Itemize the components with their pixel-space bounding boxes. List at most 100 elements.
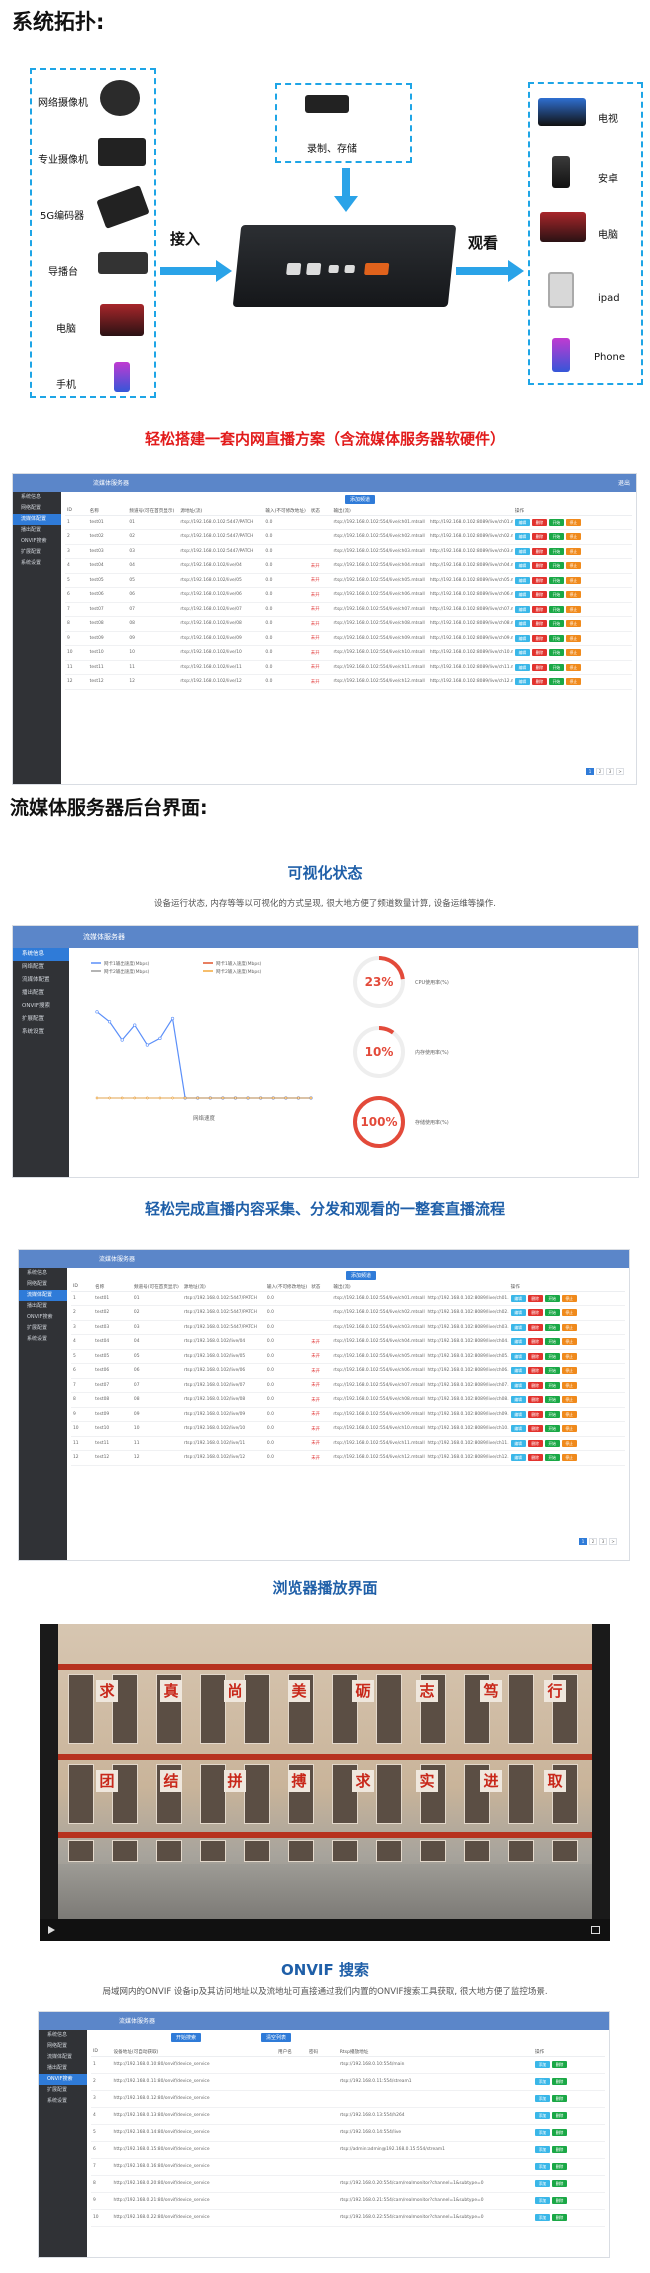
onvif-menu-item-2[interactable]: 流媒体配置	[39, 2052, 87, 2063]
admin2-menu-item-2[interactable]: 流媒体配置	[19, 1290, 67, 1301]
stop-button[interactable]: 停止	[565, 605, 581, 613]
del-button[interactable]: 删除	[531, 663, 547, 671]
stop-button[interactable]: 停止	[565, 649, 581, 657]
del-button[interactable]: 删除	[527, 1439, 543, 1447]
del-button[interactable]: 删除	[527, 1454, 543, 1462]
add-device-button[interactable]: 添加	[535, 2197, 551, 2204]
play-button[interactable]: 开始	[548, 649, 564, 657]
stop-button[interactable]: 停止	[561, 1454, 577, 1462]
page-button-2[interactable]: 3	[606, 768, 614, 775]
add-device-button[interactable]: 添加	[535, 2163, 551, 2170]
del-button[interactable]: 删除	[531, 605, 547, 613]
onvif-menu-item-1[interactable]: 网络配置	[39, 2041, 87, 2052]
del-button[interactable]: 删除	[527, 1425, 543, 1433]
del-button[interactable]: 删除	[531, 518, 547, 526]
play-button[interactable]: 开始	[544, 1294, 560, 1302]
del-button[interactable]: 删除	[527, 1381, 543, 1389]
logout-link[interactable]: 退出	[618, 478, 630, 487]
del-button[interactable]: 删除	[527, 1352, 543, 1360]
onvif-search-button[interactable]: 开始搜索	[171, 2033, 202, 2042]
admin1-menu-item-6[interactable]: 系统设置	[13, 558, 61, 569]
edit-button[interactable]: 编辑	[510, 1454, 526, 1462]
edit-button[interactable]: 编辑	[510, 1396, 526, 1404]
play-button[interactable]: 开始	[544, 1425, 560, 1433]
add-device-button[interactable]: 添加	[535, 2061, 551, 2068]
stop-button[interactable]: 停止	[561, 1338, 577, 1346]
page-button-1[interactable]: 2	[589, 1538, 597, 1545]
page-button-0[interactable]: 1	[579, 1538, 587, 1545]
admin2-menu-item-0[interactable]: 系统信息	[19, 1268, 67, 1279]
edit-button[interactable]: 编辑	[514, 663, 530, 671]
edit-button[interactable]: 编辑	[514, 591, 530, 599]
stop-button[interactable]: 停止	[561, 1294, 577, 1302]
play-button[interactable]: 开始	[544, 1338, 560, 1346]
play-button[interactable]: 开始	[544, 1352, 560, 1360]
admin1-menu-item-1[interactable]: 网络配置	[13, 503, 61, 514]
stop-button[interactable]: 停止	[565, 547, 581, 555]
stop-button[interactable]: 停止	[565, 663, 581, 671]
onvif-menu-item-6[interactable]: 系统设置	[39, 2096, 87, 2107]
play-button[interactable]: 开始	[548, 591, 564, 599]
stop-button[interactable]: 停止	[561, 1352, 577, 1360]
stop-button[interactable]: 停止	[565, 576, 581, 584]
admin1-menu-item-0[interactable]: 系统信息	[13, 492, 61, 503]
edit-button[interactable]: 编辑	[510, 1309, 526, 1317]
dash-menu-item-1[interactable]: 网络配置	[13, 961, 69, 974]
edit-button[interactable]: 编辑	[514, 576, 530, 584]
stop-button[interactable]: 停止	[561, 1367, 577, 1375]
del-button[interactable]: 删除	[527, 1410, 543, 1418]
del-button[interactable]: 删除	[527, 1323, 543, 1331]
del-button[interactable]: 删除	[531, 533, 547, 541]
page-button-0[interactable]: 1	[586, 768, 594, 775]
edit-button[interactable]: 编辑	[514, 518, 530, 526]
play-button[interactable]: 开始	[544, 1381, 560, 1389]
del-button[interactable]: 删除	[527, 1309, 543, 1317]
edit-button[interactable]: 编辑	[514, 649, 530, 657]
remove-device-button[interactable]: 删除	[552, 2146, 568, 2153]
edit-button[interactable]: 编辑	[514, 634, 530, 642]
edit-button[interactable]: 编辑	[510, 1294, 526, 1302]
stop-button[interactable]: 停止	[561, 1425, 577, 1433]
del-button[interactable]: 删除	[527, 1367, 543, 1375]
edit-button[interactable]: 编辑	[514, 533, 530, 541]
remove-device-button[interactable]: 删除	[552, 2163, 568, 2170]
stop-button[interactable]: 停止	[565, 562, 581, 570]
del-button[interactable]: 删除	[531, 576, 547, 584]
edit-button[interactable]: 编辑	[510, 1381, 526, 1389]
edit-button[interactable]: 编辑	[510, 1439, 526, 1447]
page-button-3[interactable]: >	[609, 1538, 617, 1545]
admin2-menu-item-6[interactable]: 系统设置	[19, 1334, 67, 1345]
remove-device-button[interactable]: 删除	[552, 2214, 568, 2221]
play-button[interactable]: 开始	[548, 518, 564, 526]
dash-menu-item-5[interactable]: 扩展配置	[13, 1013, 69, 1026]
stop-button[interactable]: 停止	[561, 1410, 577, 1418]
play-button[interactable]: 开始	[544, 1439, 560, 1447]
admin2-menu-item-1[interactable]: 网络配置	[19, 1279, 67, 1290]
edit-button[interactable]: 编辑	[510, 1367, 526, 1375]
remove-device-button[interactable]: 删除	[552, 2095, 568, 2102]
del-button[interactable]: 删除	[531, 547, 547, 555]
edit-button[interactable]: 编辑	[510, 1323, 526, 1331]
del-button[interactable]: 删除	[527, 1294, 543, 1302]
dash-menu-item-2[interactable]: 流媒体配置	[13, 974, 69, 987]
del-button[interactable]: 删除	[531, 562, 547, 570]
play-button[interactable]: 开始	[548, 547, 564, 555]
play-button[interactable]: 开始	[544, 1367, 560, 1375]
onvif-menu-item-3[interactable]: 播出配置	[39, 2063, 87, 2074]
play-button[interactable]: 开始	[548, 620, 564, 628]
play-button[interactable]: 开始	[548, 678, 564, 686]
play-button[interactable]: 开始	[544, 1309, 560, 1317]
remove-device-button[interactable]: 删除	[552, 2112, 568, 2119]
stop-button[interactable]: 停止	[565, 591, 581, 599]
admin1-menu-item-5[interactable]: 扩展配置	[13, 547, 61, 558]
admin1-menu-item-3[interactable]: 播出配置	[13, 525, 61, 536]
admin1-menu-item-2[interactable]: 流媒体配置	[13, 514, 61, 525]
admin2-menu-item-5[interactable]: 扩展配置	[19, 1323, 67, 1334]
play-button[interactable]: 开始	[548, 562, 564, 570]
stop-button[interactable]: 停止	[561, 1309, 577, 1317]
remove-device-button[interactable]: 删除	[552, 2078, 568, 2085]
add-device-button[interactable]: 添加	[535, 2078, 551, 2085]
play-button[interactable]: 开始	[548, 533, 564, 541]
edit-button[interactable]: 编辑	[510, 1338, 526, 1346]
del-button[interactable]: 删除	[531, 591, 547, 599]
